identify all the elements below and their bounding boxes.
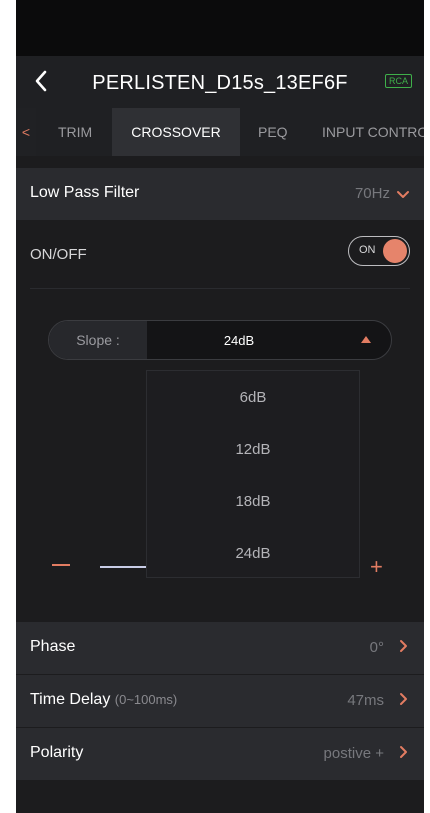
slope-option-24db[interactable]: 24dB — [147, 545, 359, 562]
time-delay-label: Time Delay (0~100ms) — [30, 691, 177, 709]
time-delay-title: Time Delay — [30, 691, 111, 708]
chevron-right-icon — [400, 746, 407, 758]
plus-icon[interactable]: + — [370, 556, 383, 578]
polarity-row[interactable]: Polarity postive + — [16, 728, 424, 780]
toggle-state-text: ON — [359, 244, 376, 256]
low-pass-filter-row[interactable]: Low Pass Filter 70Hz — [16, 168, 424, 220]
slider-track[interactable] — [100, 566, 146, 568]
slope-option-12db[interactable]: 12dB — [147, 441, 359, 458]
divider — [30, 288, 410, 289]
page-title: PERLISTEN_D15s_13EF6F — [92, 72, 348, 94]
phase-label: Phase — [30, 638, 76, 655]
chevron-right-icon — [400, 693, 407, 705]
chevron-down-icon — [397, 191, 409, 198]
low-pass-filter-value: 70Hz — [354, 185, 390, 202]
onoff-label: ON/OFF — [30, 246, 87, 263]
input-badge: RCA — [384, 74, 412, 88]
tab-bar: < TRIM CROSSOVER PEQ INPUT CONTRO — [16, 108, 424, 156]
status-bar — [16, 0, 424, 56]
polarity-value: postive + — [323, 745, 384, 762]
tab-peq[interactable]: PEQ — [258, 108, 288, 156]
tab-crossover[interactable]: CROSSOVER — [112, 108, 240, 156]
phase-row[interactable]: Phase 0° — [16, 622, 424, 674]
tab-input-control[interactable]: INPUT CONTRO — [322, 108, 424, 156]
slope-value: 24dB — [223, 333, 255, 348]
caret-up-icon — [361, 336, 371, 343]
minus-icon[interactable] — [52, 564, 70, 566]
phase-value: 0° — [369, 639, 384, 656]
app-screen: PERLISTEN_D15s_13EF6F RCA < TRIM CROSSOV… — [16, 0, 424, 813]
slope-dropdown: 6dB 12dB 18dB 24dB — [146, 370, 360, 578]
polarity-label: Polarity — [30, 744, 84, 761]
tab-scroll-left-button[interactable]: < — [16, 108, 36, 156]
time-delay-range: (0~100ms) — [114, 692, 178, 707]
slope-selector[interactable]: Slope : 24dB — [48, 320, 392, 360]
tab-trim[interactable]: TRIM — [58, 108, 92, 156]
time-delay-row[interactable]: Time Delay (0~100ms) 47ms — [16, 675, 424, 727]
toggle-knob — [383, 239, 407, 263]
chevron-right-icon — [400, 640, 407, 652]
slope-option-18db[interactable]: 18dB — [147, 493, 359, 510]
top-bar: PERLISTEN_D15s_13EF6F RCA — [16, 56, 424, 108]
low-pass-filter-label: Low Pass Filter — [30, 184, 140, 201]
onoff-toggle[interactable]: ON — [348, 236, 410, 266]
slope-option-6db[interactable]: 6dB — [147, 389, 359, 406]
time-delay-value: 47ms — [347, 692, 384, 709]
slope-label: Slope : — [76, 332, 120, 348]
